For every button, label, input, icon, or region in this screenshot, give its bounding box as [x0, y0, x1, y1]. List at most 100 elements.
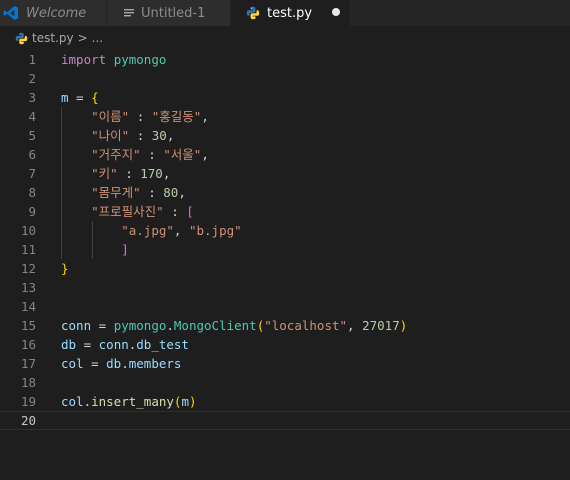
code-token: : — [140, 147, 164, 162]
line-code: conn = pymongo.MongoClient("localhost", … — [61, 316, 407, 335]
line-number: 15 — [20, 318, 36, 333]
code-token: : — [140, 185, 164, 200]
code-line[interactable]: 13 — [0, 278, 570, 297]
code-token: conn — [61, 318, 92, 333]
line-code: } — [61, 259, 69, 278]
code-token: , — [347, 318, 363, 333]
line-number: 18 — [20, 375, 36, 390]
code-token: pymongo — [113, 52, 167, 67]
line-code: "이름" : "홍길동", — [61, 107, 209, 126]
code-token: : — [129, 128, 152, 143]
unsaved-dot-icon[interactable] — [332, 8, 340, 16]
code-token: conn — [98, 337, 129, 352]
tab-bar: Welcome Untitled-1 test.py — [0, 0, 570, 26]
code-line[interactable]: 4 "이름" : "홍길동", — [0, 107, 570, 126]
code-token: db_test — [136, 337, 189, 352]
line-number: 7 — [28, 166, 36, 181]
code-token: 30 — [151, 128, 167, 143]
code-token: pymongo — [113, 318, 167, 333]
code-token: ) — [399, 318, 408, 333]
code-line[interactable]: 19 col.insert_many(m) — [0, 392, 570, 411]
text-file-icon — [121, 5, 137, 21]
line-number: 16 — [20, 337, 36, 352]
code-token: : — [163, 204, 187, 219]
line-code: "프로필사진" : [ — [61, 202, 194, 221]
code-token: { — [91, 90, 99, 105]
code-token: insert_many — [91, 394, 174, 409]
code-token: m — [181, 394, 189, 409]
code-token: 170 — [140, 166, 163, 181]
code-token: , — [162, 166, 171, 181]
code-token: : — [129, 109, 152, 124]
code-line[interactable]: 18 — [0, 373, 570, 392]
line-code: "나이" : 30, — [61, 126, 174, 145]
code-token: 80 — [163, 185, 179, 200]
python-icon — [245, 5, 261, 21]
code-token: members — [128, 356, 182, 371]
code-line[interactable]: 2 — [0, 69, 570, 88]
code-token: col — [61, 394, 84, 409]
code-line[interactable]: 6 "거주지" : "서울", — [0, 145, 570, 164]
code-line[interactable]: 14 — [0, 297, 570, 316]
code-line[interactable]: 10 "a.jpg", "b.jpg" — [0, 221, 570, 240]
line-number: 6 — [28, 147, 36, 162]
code-line[interactable]: 9 "프로필사진" : [ — [0, 202, 570, 221]
tab-welcome-label: Welcome — [26, 5, 87, 21]
code-token: "키" — [91, 166, 118, 181]
code-token: col — [61, 356, 84, 371]
code-line[interactable]: 16 db = conn.db_test — [0, 335, 570, 354]
tab-untitled-1[interactable]: Untitled-1 — [107, 0, 231, 26]
code-token: db — [61, 337, 77, 352]
line-code: import pymongo — [61, 50, 166, 69]
breadcrumb: test.py > ... — [0, 26, 570, 50]
code-token: "a.jpg" — [121, 223, 174, 238]
line-code: "키" : 170, — [61, 164, 170, 183]
code-token: "서울" — [163, 147, 202, 162]
code-line[interactable]: 12} — [0, 259, 570, 278]
code-editor[interactable]: 1 import pymongo 2 3 m = {4 "이름" : "홍길동", 5 "… — [0, 50, 570, 480]
tab-test-py[interactable]: test.py — [231, 0, 351, 26]
code-line[interactable]: 17 col = db.members — [0, 354, 570, 373]
code-token: "거주지" — [91, 147, 141, 162]
code-line[interactable]: 3 m = { — [0, 88, 570, 107]
code-token: "홍길동" — [151, 109, 202, 124]
breadcrumb-file[interactable]: test.py — [32, 31, 74, 45]
line-number: 11 — [20, 242, 36, 257]
code-token: "몸무게" — [91, 185, 141, 200]
line-number: 14 — [20, 299, 36, 314]
code-line[interactable]: 20 — [0, 411, 570, 430]
code-token: "나이" — [91, 128, 130, 143]
code-token: = — [68, 90, 92, 105]
code-token: : — [117, 166, 141, 181]
line-number: 20 — [20, 413, 36, 428]
tab-welcome[interactable]: Welcome — [0, 0, 107, 26]
code-line[interactable]: 15 conn = pymongo.MongoClient("localhost"… — [0, 316, 570, 335]
line-number: 1 — [28, 52, 36, 67]
code-token: [ — [186, 204, 194, 219]
code-token: import — [61, 52, 107, 67]
line-number: 12 — [20, 261, 36, 276]
line-number: 10 — [20, 223, 36, 238]
line-number: 2 — [28, 71, 36, 86]
line-number: 5 — [28, 128, 36, 143]
code-token: ) — [188, 394, 197, 409]
code-token: = — [76, 337, 99, 352]
code-line[interactable]: 5 "나이" : 30, — [0, 126, 570, 145]
code-line[interactable]: 7 "키" : 170, — [0, 164, 570, 183]
breadcrumb-more[interactable]: ... — [92, 31, 103, 45]
tab-test-label: test.py — [267, 5, 313, 21]
tab-untitled-label: Untitled-1 — [141, 5, 206, 21]
code-line[interactable]: 8 "몸무게" : 80, — [0, 183, 570, 202]
line-code: ] — [61, 240, 129, 259]
line-number: 13 — [20, 280, 36, 295]
code-line[interactable]: 1 import pymongo — [0, 50, 570, 69]
code-line[interactable]: 11 ] — [0, 240, 570, 259]
code-token: "b.jpg" — [188, 223, 242, 238]
editor-window: Welcome Untitled-1 test.py test.py > ...… — [0, 0, 570, 480]
line-number: 19 — [20, 394, 36, 409]
